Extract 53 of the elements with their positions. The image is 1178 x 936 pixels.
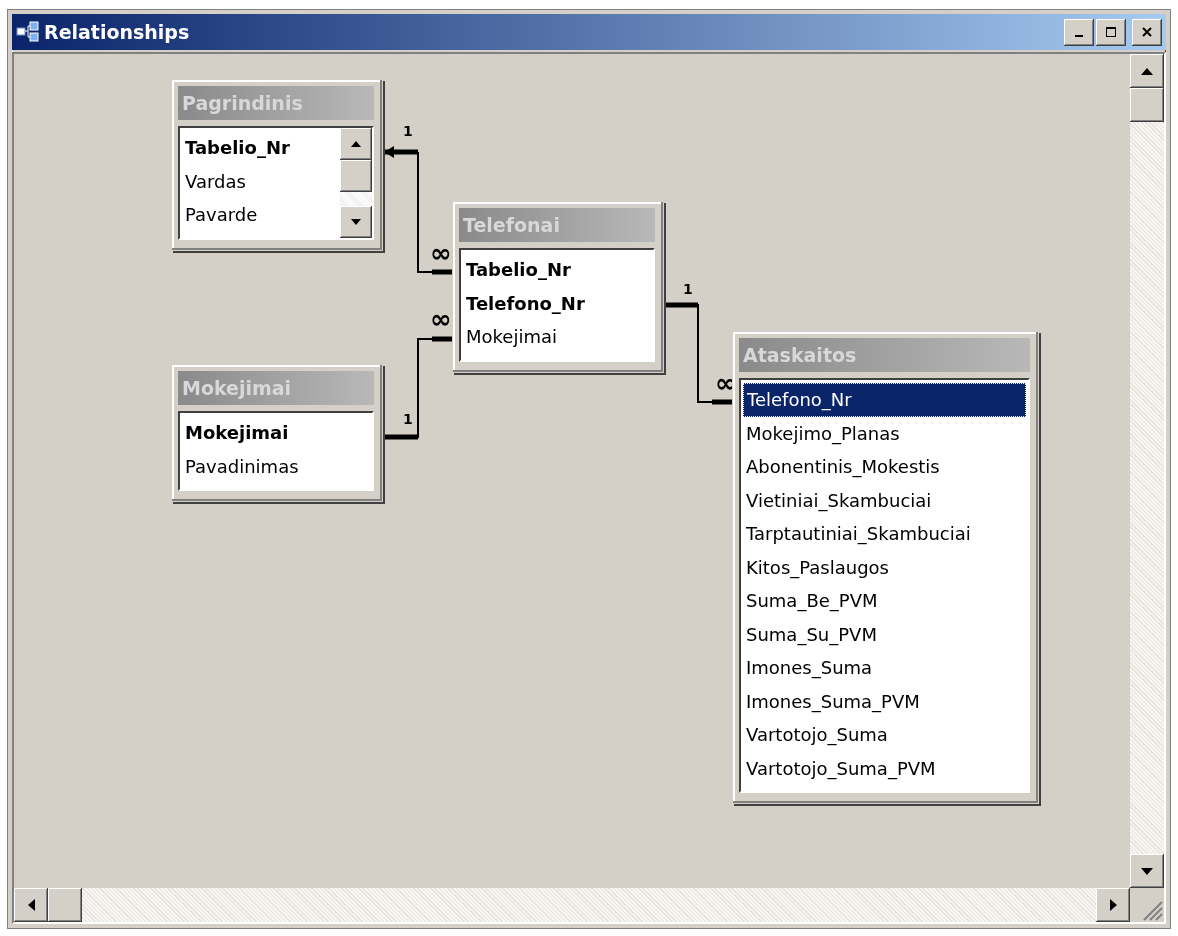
table-window[interactable]: Telefonai Tabelio_Nr Telefono_Nr Mokejimai [453, 202, 663, 372]
scroll-thumb[interactable] [1130, 88, 1164, 122]
field-name[interactable]: Suma_Su_PVM [743, 617, 1026, 651]
field-name[interactable]: Pavadinimas [182, 449, 370, 483]
minimize-icon [1075, 35, 1083, 37]
close-icon [1141, 26, 1153, 38]
field-name[interactable]: Mokejimai [182, 416, 370, 450]
down-arrow-icon [350, 217, 362, 226]
field-name[interactable]: Imones_Suma [743, 651, 1026, 685]
field-name[interactable]: Mokejimai [463, 320, 651, 354]
vertical-scrollbar[interactable] [1130, 54, 1164, 888]
table-title: Telefonai [459, 208, 655, 242]
table-window[interactable]: Mokejimai Mokejimai Pavadinimas [172, 365, 382, 501]
field-name[interactable]: Vartotojo_Suma [743, 718, 1026, 752]
field-name[interactable]: Abonentinis_Mokestis [743, 450, 1026, 484]
minimize-button[interactable] [1064, 18, 1094, 46]
field-name[interactable]: Imones_Suma_PVM [743, 684, 1026, 718]
cardinality-label: ∞ [430, 238, 452, 268]
table-title: Mokejimai [178, 371, 374, 405]
down-arrow-icon [1140, 866, 1154, 876]
field-name[interactable]: Telefono_Nr [463, 286, 651, 320]
window-title: Relationships [44, 21, 191, 43]
scroll-thumb[interactable] [48, 888, 82, 922]
table-title: Ataskaitos [739, 338, 1030, 372]
horizontal-scrollbar[interactable] [14, 888, 1130, 922]
cardinality-label: 1 [683, 281, 693, 297]
field-name[interactable]: Vietiniai_Skambuciai [743, 483, 1026, 517]
maximize-icon [1105, 26, 1117, 38]
scroll-thumb[interactable] [340, 160, 372, 192]
cardinality-label: 1 [403, 123, 413, 139]
cardinality-label: 1 [403, 411, 413, 427]
up-arrow-icon [350, 140, 362, 148]
up-arrow-icon [1140, 66, 1154, 76]
field-name[interactable]: Telefono_Nr [743, 383, 1026, 417]
right-arrow-icon [1108, 898, 1118, 912]
field-name[interactable]: Vartotojo_Suma_PVM [743, 751, 1026, 785]
field-name[interactable]: Kitos_Paslaugos [743, 550, 1026, 584]
list-scrollbar[interactable] [340, 128, 372, 238]
field-name[interactable]: Mokejimo_Planas [743, 416, 1026, 450]
table-title: Pagrindinis [178, 86, 374, 120]
table-window[interactable]: Pagrindinis Tabelio_Nr Vardas Pavarde [172, 80, 382, 250]
relationships-icon [16, 21, 40, 43]
left-arrow-icon [26, 898, 36, 912]
field-name[interactable]: Vardas [182, 164, 338, 198]
field-name[interactable]: Suma_Be_PVM [743, 584, 1026, 618]
field-name[interactable]: Tarptautiniai_Skambuciai [743, 517, 1026, 551]
field-name[interactable]: Tabelio_Nr [463, 253, 651, 287]
maximize-button[interactable] [1096, 18, 1126, 46]
table-window[interactable] [733, 332, 1038, 803]
field-name[interactable]: Pavarde [182, 198, 338, 232]
close-button[interactable] [1132, 18, 1162, 46]
cardinality-label: ∞ [430, 304, 452, 334]
field-name[interactable]: Tabelio_Nr [182, 131, 338, 165]
